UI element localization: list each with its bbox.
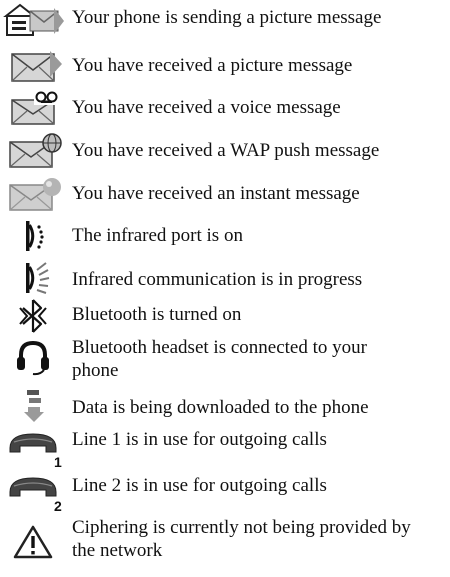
list-item-label: Bluetooth is turned on: [72, 304, 242, 325]
list-item: 2 Line 2 is in use for outgoing calls: [0, 466, 450, 514]
infrared-communication-icon: [2, 260, 64, 296]
list-item: Bluetooth headset is connected to your p…: [0, 332, 450, 382]
list-item-label: You have received an instant message: [72, 183, 360, 204]
ciphering-warning-icon: [2, 524, 64, 560]
list-item: Data is being downloaded to the phone: [0, 386, 450, 426]
list-item: Ciphering is currently not being provide…: [0, 512, 450, 572]
list-item: You have received a WAP push message: [0, 129, 450, 169]
list-item: You have received a picture message: [0, 44, 450, 84]
list-item-label: Data is being downloaded to the phone: [72, 397, 369, 418]
bluetooth-headset-icon: [2, 340, 64, 376]
list-item: You have received an instant message: [0, 172, 450, 212]
instant-message-envelope-icon: [2, 176, 64, 212]
status-icon-list: Your phone is sending a picture message …: [0, 0, 450, 577]
list-item: Your phone is sending a picture message: [0, 0, 450, 40]
voice-message-envelope-icon: [2, 90, 64, 126]
list-item: The infrared port is on: [0, 218, 450, 254]
list-item-label: The infrared port is on: [72, 225, 243, 246]
picture-message-envelope-icon: [2, 48, 64, 84]
list-item: Infrared communication is in progress: [0, 260, 450, 296]
list-item-label: Your phone is sending a picture message: [72, 7, 382, 28]
list-item: Bluetooth is turned on: [0, 298, 450, 334]
list-item-label: You have received a picture message: [72, 55, 353, 76]
list-item-label: Ciphering is currently not being provide…: [72, 517, 411, 561]
wap-push-envelope-icon: [2, 133, 64, 169]
data-download-icon: [2, 388, 64, 424]
list-item-label: Line 1 is in use for outgoing calls: [72, 429, 327, 450]
list-item-label: Line 2 is in use for outgoing calls: [72, 475, 327, 496]
list-item-label: Infrared communication is in progress: [72, 269, 363, 290]
list-item-label: Bluetooth headset is connected to your p…: [72, 337, 367, 381]
list-item-label: You have received a voice message: [72, 97, 341, 118]
infrared-port-icon: [2, 218, 64, 254]
sending-picture-message-icon: [2, 2, 64, 38]
bluetooth-icon: [2, 298, 64, 334]
list-item-label: You have received a WAP push message: [72, 140, 380, 161]
list-item: 1 Line 1 is in use for outgoing calls: [0, 422, 450, 470]
list-item: You have received a voice message: [0, 86, 450, 126]
